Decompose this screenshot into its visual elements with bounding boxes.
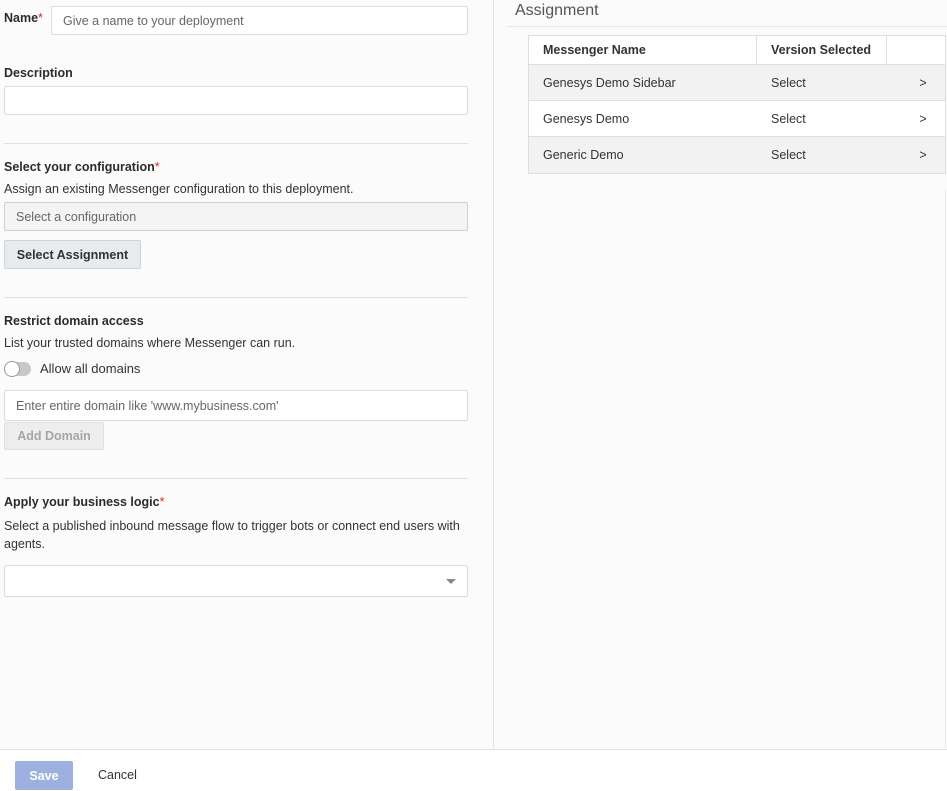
table-row[interactable]: Genesys Demo Select > [529, 101, 945, 137]
save-button[interactable]: Save [15, 761, 73, 790]
configuration-select[interactable]: Select a configuration [4, 202, 468, 231]
description-label: Description [4, 66, 73, 80]
configuration-label-text: Select your configuration [4, 160, 155, 174]
table-row[interactable]: Generic Demo Select > [529, 137, 945, 173]
assignment-table: Messenger Name Version Selected Genesys … [528, 35, 946, 174]
chevron-right-icon[interactable]: > [887, 137, 945, 173]
deployment-form: Name* Give a name to your deployment Des… [0, 0, 494, 749]
footer-bar: Save Cancel [0, 749, 947, 791]
messenger-name-cell: Genesys Demo Sidebar [543, 75, 676, 90]
allow-all-domains-label: Allow all domains [40, 361, 141, 376]
messenger-name-cell: Genesys Demo [543, 111, 630, 126]
column-header-messenger-name: Messenger Name [529, 36, 757, 64]
divider [4, 478, 468, 479]
required-mark: * [154, 160, 160, 174]
required-mark: * [159, 495, 165, 509]
name-label-text: Name [4, 11, 39, 25]
table-row[interactable]: Genesys Demo Sidebar Select > [529, 65, 945, 101]
assignment-title: Assignment [515, 2, 599, 19]
deployment-editor: Name* Give a name to your deployment Des… [0, 0, 947, 791]
messenger-name-cell: Generic Demo [543, 148, 624, 162]
business-logic-label-text: Apply your business logic [4, 495, 160, 509]
domain-placeholder: Enter entire domain like 'www.mybusiness… [16, 398, 279, 413]
domain-input[interactable]: Enter entire domain like 'www.mybusiness… [4, 390, 468, 421]
configuration-help: Assign an existing Messenger configurati… [4, 182, 354, 196]
add-domain-button[interactable]: Add Domain [4, 422, 104, 450]
cancel-button[interactable]: Cancel [98, 768, 137, 782]
toggle-knob [4, 360, 20, 377]
domain-label: Restrict domain access [4, 314, 144, 328]
required-mark: * [38, 11, 43, 25]
name-input-placeholder: Give a name to your deployment [63, 13, 244, 28]
allow-all-domains-row: Allow all domains [4, 360, 141, 377]
business-logic-help: Select a published inbound message flow … [4, 519, 460, 551]
version-select-cell[interactable]: Select [757, 65, 887, 100]
divider [4, 143, 468, 144]
chevron-right-icon[interactable]: > [887, 101, 945, 136]
configuration-label: Select your configuration* [4, 160, 160, 174]
select-assignment-button[interactable]: Select Assignment [4, 240, 141, 269]
chevron-down-icon [446, 578, 456, 584]
divider [945, 190, 946, 748]
business-logic-label: Apply your business logic* [4, 495, 164, 509]
divider [4, 297, 468, 298]
column-header-action [887, 36, 945, 64]
column-header-version-selected: Version Selected [757, 36, 887, 64]
divider [507, 26, 947, 27]
version-select-cell[interactable]: Select [757, 101, 887, 136]
chevron-right-icon[interactable]: > [887, 65, 945, 100]
description-input[interactable] [4, 86, 468, 115]
version-select-cell[interactable]: Select [757, 137, 887, 173]
business-logic-select[interactable] [4, 565, 468, 597]
allow-all-domains-toggle[interactable] [4, 360, 31, 377]
configuration-placeholder: Select a configuration [16, 209, 137, 224]
name-input[interactable]: Give a name to your deployment [51, 6, 468, 35]
domain-help: List your trusted domains where Messenge… [4, 336, 296, 350]
name-label: Name* [4, 11, 43, 25]
table-header: Messenger Name Version Selected [529, 36, 945, 65]
